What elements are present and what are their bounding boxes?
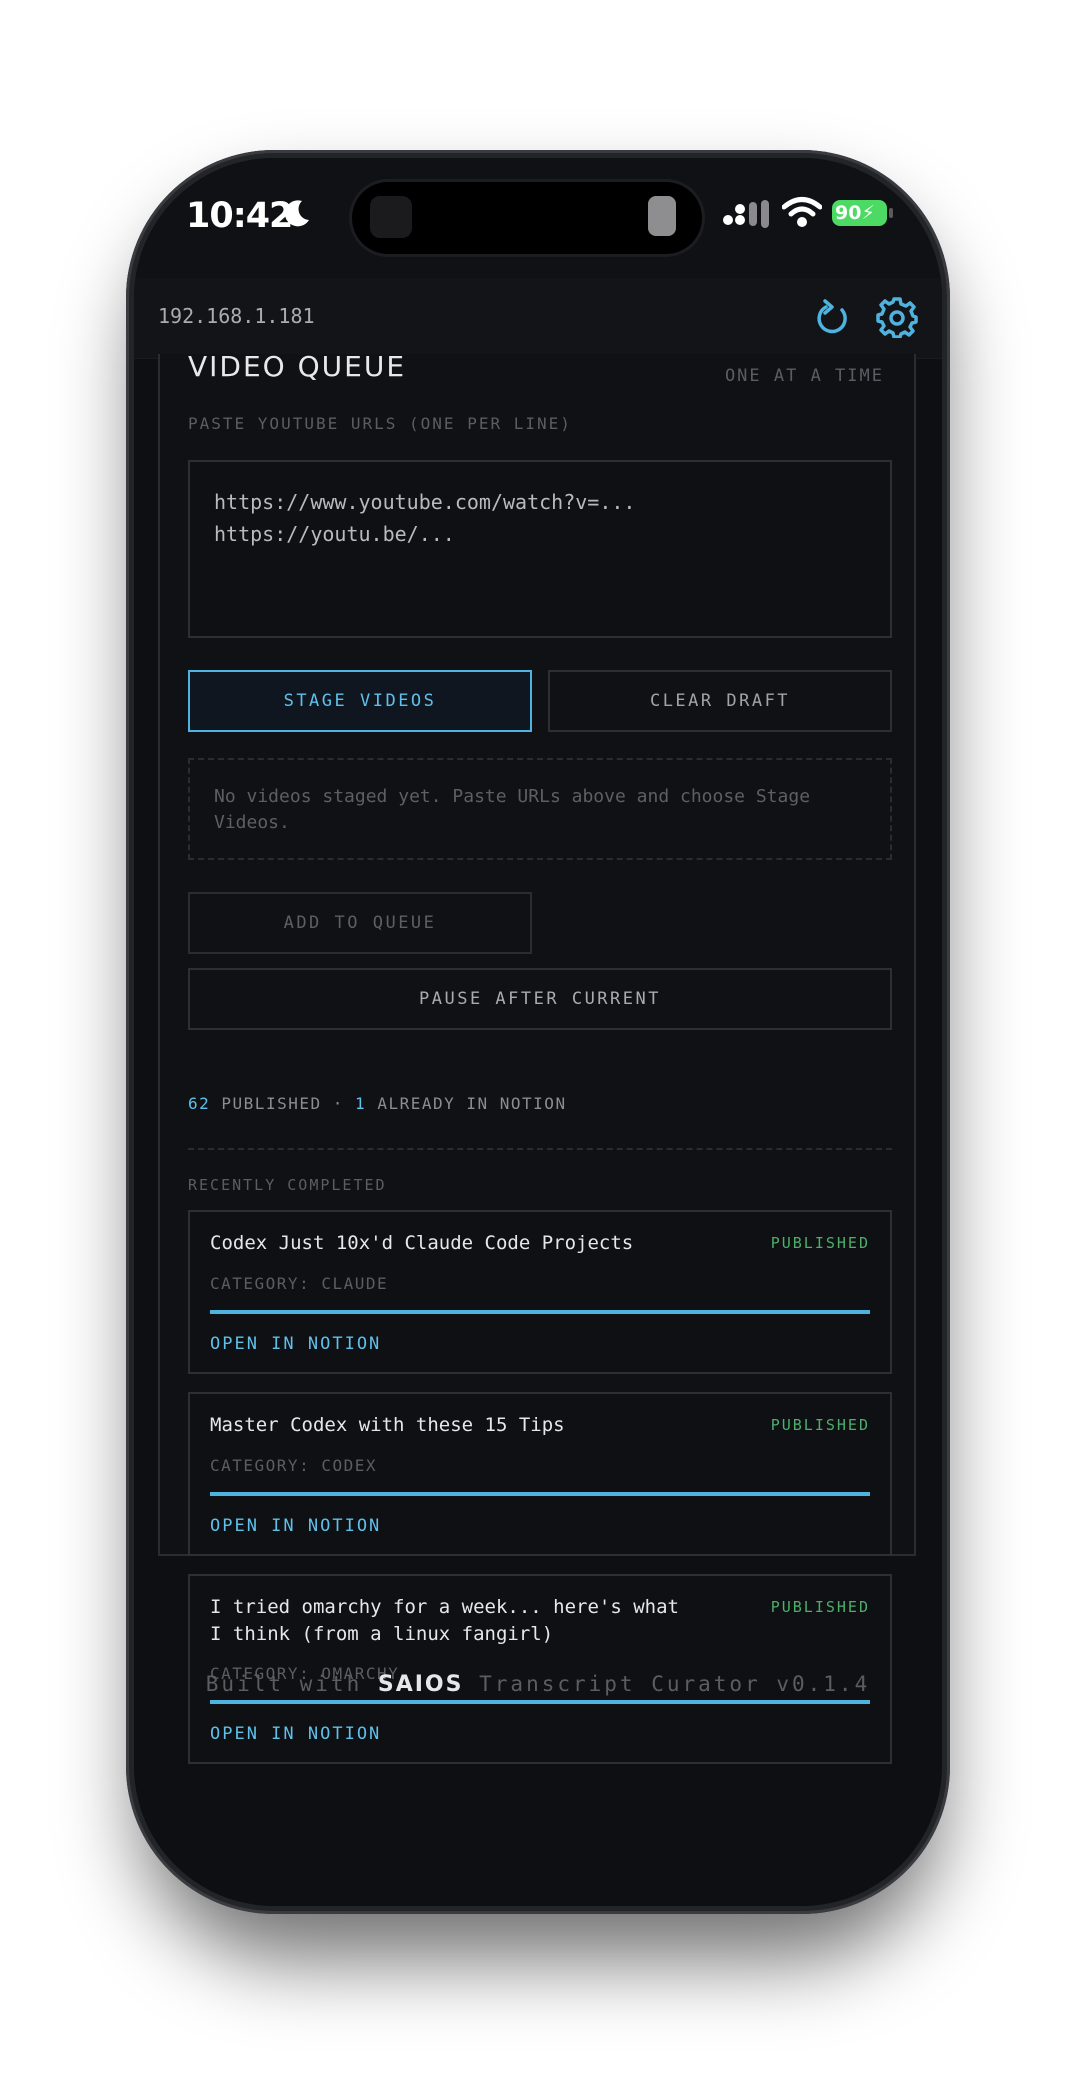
completed-card: Master Codex with these 15 Tips PUBLISHE…	[188, 1392, 892, 1556]
footer: Built with SAIOS Transcript Curator v0.1…	[134, 1672, 942, 1697]
notion-count: 1	[355, 1094, 367, 1113]
pause-after-current-button[interactable]: PAUSE AFTER CURRENT	[188, 968, 892, 1030]
phone-frame: 10:42 90⚡ 192.168.1.181 VIDEO QUEUE ONE …	[126, 150, 950, 1914]
battery-level: 90	[835, 202, 862, 224]
staged-empty-note: No videos staged yet. Paste URLs above a…	[188, 758, 892, 860]
gear-icon[interactable]	[876, 296, 918, 338]
clear-draft-button[interactable]: CLEAR DRAFT	[548, 670, 892, 732]
progress-bar	[210, 1310, 870, 1314]
card-category: CATEGORY: CLAUDE	[210, 1274, 389, 1293]
urls-textarea[interactable]: https://www.youtube.com/watch?v=... http…	[188, 460, 892, 638]
open-in-notion-link[interactable]: OPEN IN NOTION	[210, 1724, 381, 1744]
paste-label: PASTE YOUTUBE URLS (ONE PER LINE)	[188, 414, 572, 433]
completed-card: I tried omarchy for a week... here's wha…	[188, 1574, 892, 1764]
charging-icon: ⚡	[861, 202, 875, 224]
wifi-icon	[782, 197, 822, 227]
progress-bar	[210, 1700, 870, 1704]
browser-url-bar: 192.168.1.181	[134, 278, 942, 359]
screen: 10:42 90⚡ 192.168.1.181 VIDEO QUEUE ONE …	[134, 158, 942, 1906]
card-title: Master Codex with these 15 Tips	[210, 1414, 565, 1436]
status-badge: PUBLISHED	[770, 1234, 870, 1252]
stage-videos-button[interactable]: STAGE VIDEOS	[188, 670, 532, 732]
footer-suffix: Transcript Curator v0.1.4	[479, 1672, 871, 1696]
footer-brand: SAIOS	[377, 1672, 464, 1697]
refresh-icon[interactable]	[812, 298, 852, 338]
open-in-notion-link[interactable]: OPEN IN NOTION	[210, 1334, 381, 1354]
open-in-notion-link[interactable]: OPEN IN NOTION	[210, 1516, 381, 1536]
moon-icon	[284, 200, 309, 227]
signal-icon	[723, 200, 769, 228]
stats-summary: 62 PUBLISHED · 1 ALREADY IN NOTION	[188, 1094, 567, 1113]
published-count: 62	[188, 1094, 211, 1113]
progress-bar	[210, 1492, 870, 1496]
url-text[interactable]: 192.168.1.181	[158, 304, 315, 328]
panel-subtitle: ONE AT A TIME	[724, 366, 884, 386]
notion-label: ALREADY IN NOTION	[377, 1094, 567, 1113]
add-to-queue-button[interactable]: ADD TO QUEUE	[188, 892, 532, 954]
card-title: I tried omarchy for a week... here's wha…	[210, 1596, 679, 1645]
published-label: PUBLISHED	[221, 1094, 322, 1113]
footer-prefix: Built with	[205, 1672, 363, 1696]
dynamic-island	[352, 182, 702, 254]
panel-title: VIDEO QUEUE	[188, 350, 407, 383]
divider	[188, 1148, 892, 1150]
recent-label: RECENTLY COMPLETED	[188, 1176, 387, 1194]
battery-indicator: 90⚡	[832, 200, 887, 226]
stats-separator: ·	[332, 1094, 344, 1113]
status-time: 10:42	[186, 196, 293, 236]
completed-card: Codex Just 10x'd Claude Code Projects PU…	[188, 1210, 892, 1374]
status-badge: PUBLISHED	[770, 1598, 870, 1616]
card-category: CATEGORY: CODEX	[210, 1456, 377, 1475]
status-badge: PUBLISHED	[770, 1416, 870, 1434]
status-bar: 10:42 90⚡	[134, 158, 942, 278]
card-title: Codex Just 10x'd Claude Code Projects	[210, 1232, 634, 1254]
